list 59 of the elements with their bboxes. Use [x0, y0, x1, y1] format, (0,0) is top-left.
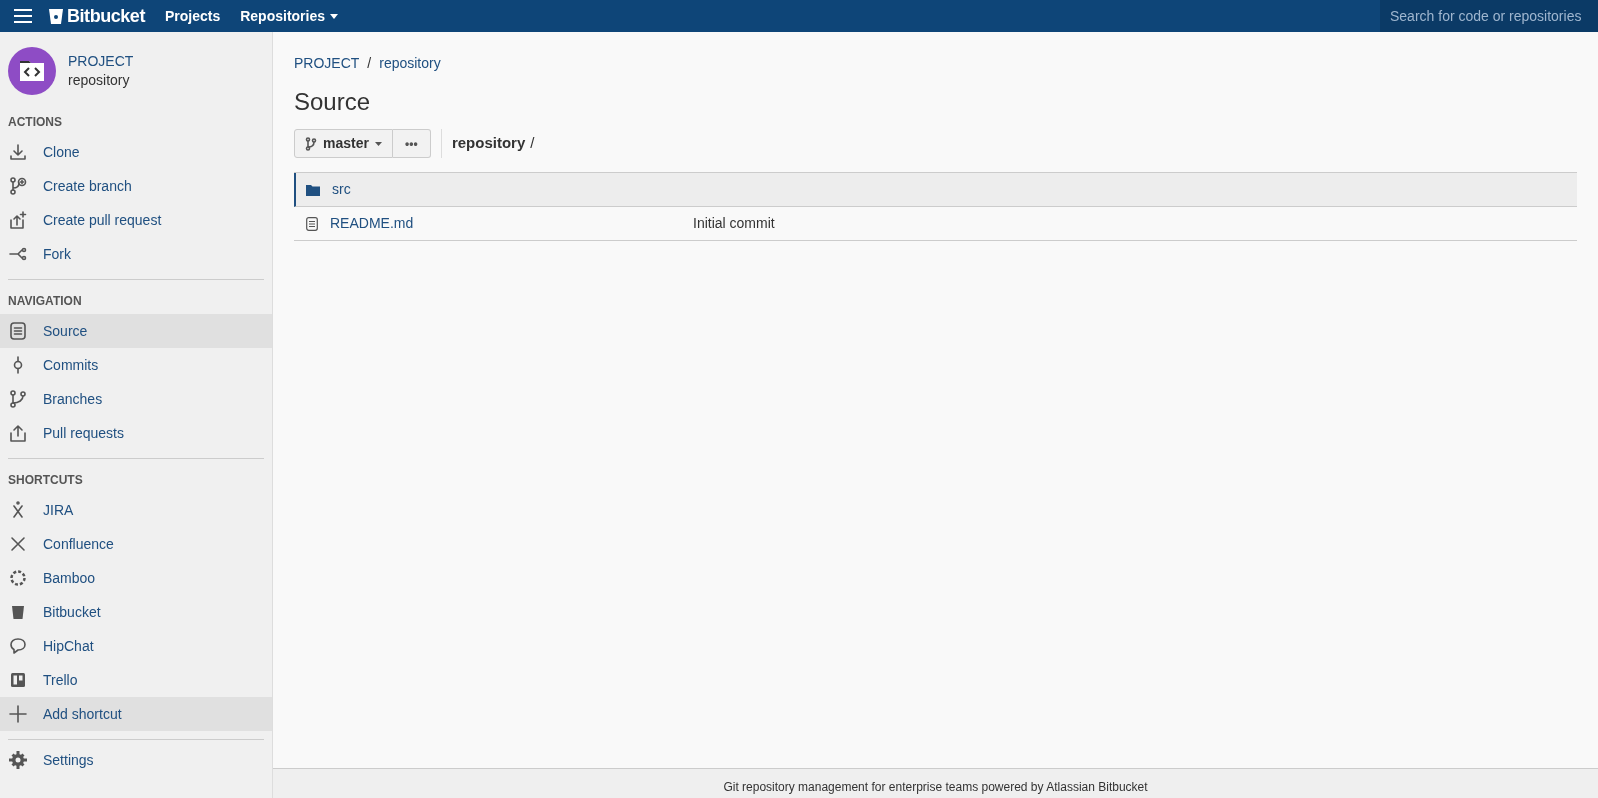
menu-icon — [14, 9, 32, 23]
sidebar-item[interactable]: Settings — [0, 743, 272, 777]
project-link[interactable]: PROJECT — [68, 52, 134, 71]
crossed-lines-icon — [8, 534, 28, 554]
breadcrumb-separator: / — [367, 54, 372, 73]
section-heading: SHORTCUTS — [7, 472, 84, 489]
sidebar-item[interactable]: Commits — [0, 348, 272, 382]
speech-bubble-icon — [8, 636, 28, 656]
breadcrumb-link[interactable]: PROJECT — [294, 53, 360, 74]
file-row[interactable]: src — [294, 173, 1577, 207]
footer-text: Git repository management for enterprise teams powered by Atlassian Bitbucket — [723, 779, 1148, 796]
sidebar-item[interactable]: Confluence — [0, 527, 272, 561]
project-avatar-icon — [8, 47, 56, 95]
sidebar-item[interactable]: Source — [0, 314, 272, 348]
sidebar-item[interactable]: Fork — [0, 237, 272, 271]
sidebar-item[interactable]: Clone — [0, 135, 272, 169]
caret-icon — [374, 141, 382, 146]
section-heading: NAVIGATION — [7, 293, 83, 310]
branch-selector[interactable]: master — [294, 129, 393, 158]
commit-message: Initial commit — [693, 214, 775, 233]
settings-icon — [8, 750, 28, 770]
sidebar-item[interactable]: Bitbucket — [0, 595, 272, 629]
upload-icon — [8, 423, 28, 443]
nav-menu-item[interactable]: Projects — [164, 5, 221, 27]
section-heading: ACTIONS — [7, 114, 63, 131]
dotted-circle-icon — [8, 568, 28, 588]
page-title: Source — [294, 87, 372, 117]
folder-icon — [306, 183, 320, 196]
path-text: repository — [451, 133, 526, 154]
logo-text[interactable]: Bitbucket — [67, 2, 145, 30]
file-row[interactable]: README.md Initial commit — [294, 207, 1577, 241]
repository-name: repository — [68, 71, 131, 90]
file-link[interactable]: src — [332, 179, 695, 200]
sidebar-item[interactable]: HipChat — [0, 629, 272, 663]
document-icon — [8, 321, 28, 341]
search-field[interactable]: Search for code or repositories — [1380, 0, 1598, 32]
sidebar-item[interactable]: Branches — [0, 382, 272, 416]
sidebar-item[interactable]: Create pull request — [0, 203, 272, 237]
nav-menu-item[interactable]: Repositories — [240, 5, 339, 27]
sidebar-item[interactable]: Pull requests — [0, 416, 272, 450]
caret-icon — [330, 13, 339, 19]
path-separator: / — [530, 133, 535, 154]
plus-icon — [8, 704, 28, 724]
more-button[interactable]: ••• — [392, 129, 431, 158]
branch-icon — [8, 389, 28, 409]
board-icon — [8, 670, 28, 690]
sidebar-item[interactable]: Create branch — [0, 169, 272, 203]
sidebar-item[interactable]: Trello — [0, 663, 272, 697]
branch-plus-icon — [8, 176, 28, 196]
sidebar-item[interactable]: JIRA — [0, 493, 272, 527]
branch-icon — [305, 136, 317, 151]
download-icon — [8, 142, 28, 162]
breadcrumb-link[interactable]: repository — [379, 53, 441, 74]
sidebar-item[interactable]: Bamboo — [0, 561, 272, 595]
document-icon — [306, 216, 318, 231]
file-link[interactable]: README.md — [330, 213, 693, 234]
sidebar-item[interactable]: Add shortcut — [0, 697, 272, 731]
bucket-icon — [49, 8, 63, 24]
upload-plus-icon — [8, 210, 28, 230]
